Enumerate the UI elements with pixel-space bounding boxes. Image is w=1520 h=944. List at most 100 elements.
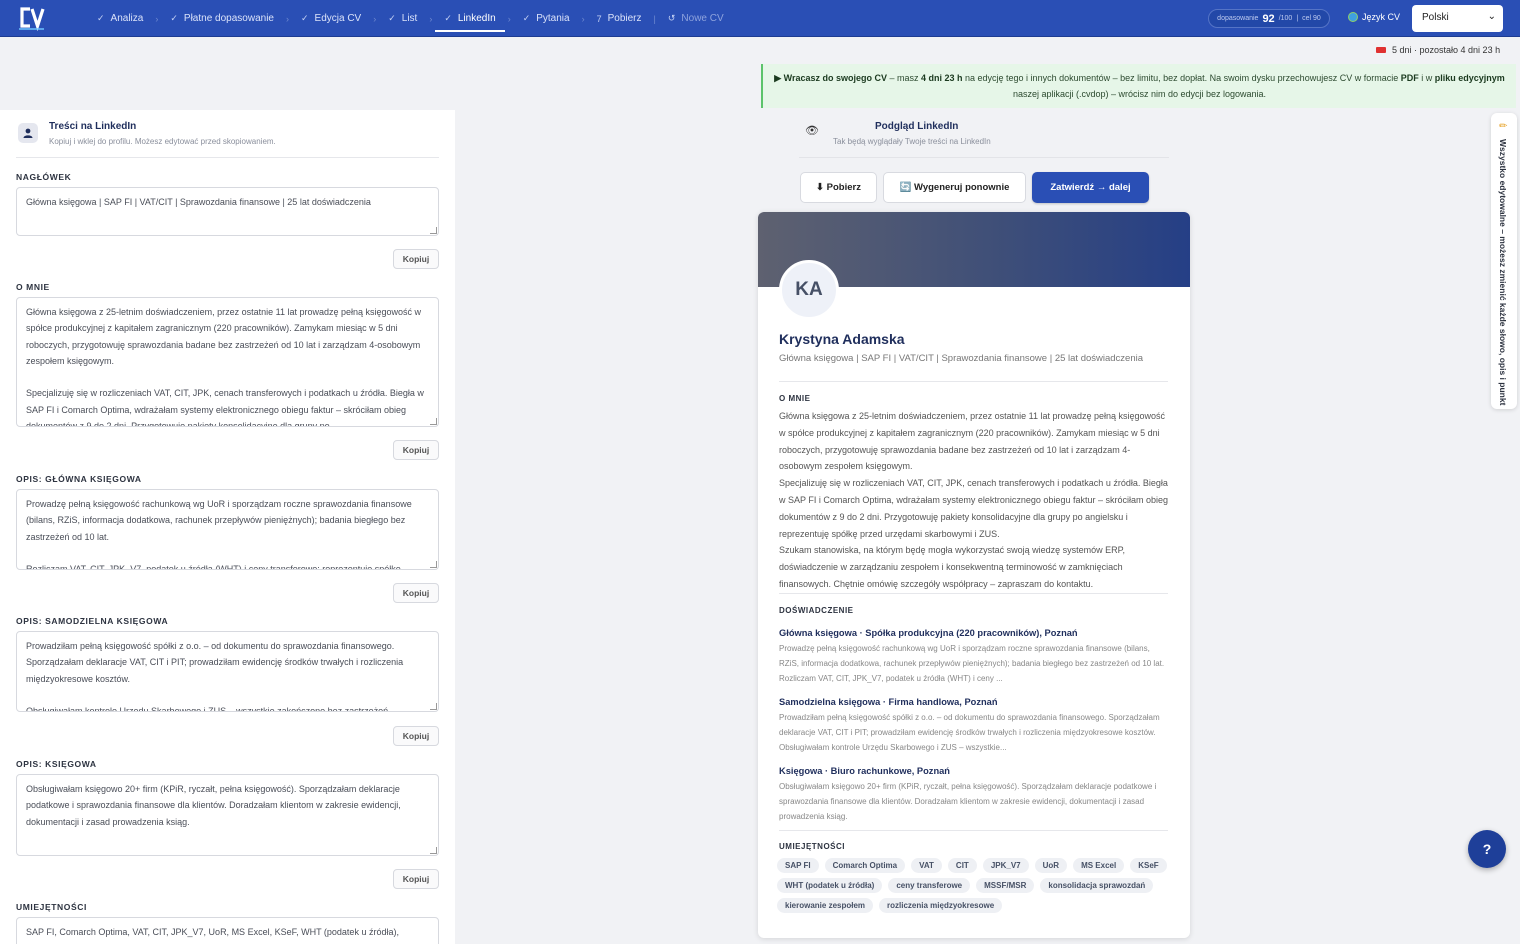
about-textarea[interactable]: Główna księgowa z 25-letnim doświadczeni… — [16, 297, 439, 427]
score-value: 92 — [1262, 12, 1275, 25]
skill-chip: SAP FI — [777, 858, 819, 873]
step-linkedin[interactable]: ✓ LinkedIn — [435, 0, 506, 37]
resize-grip-icon[interactable] — [430, 561, 437, 568]
step-label: Pytania — [536, 13, 570, 24]
textarea-value: Prowadzę pełną księgowość rachunkową wg … — [26, 499, 412, 570]
score-max: /100 — [1278, 15, 1293, 22]
skill-chip: kierowanie zespołem — [777, 898, 874, 913]
job-1-textarea[interactable]: Prowadzę pełną księgowość rachunkową wg … — [16, 489, 439, 570]
divider — [779, 830, 1168, 831]
globe-icon — [1348, 12, 1358, 22]
step-list[interactable]: ✓ List — [379, 0, 426, 37]
headline-textarea[interactable]: Główna księgowa | SAP FI | VAT/CIT | Spr… — [16, 187, 439, 236]
section-label-job-3: OPIS: KSIĘGOWA — [16, 759, 97, 769]
about-paragraph: Główna księgowa z 25-letnim doświadczeni… — [779, 411, 1166, 472]
wizard-steps: ✓ Analiza › ✓ Płatne dopasowanie › ✓ Edycja… — [88, 0, 733, 37]
skills-heading: UMIEJĘTNOŚCI — [779, 842, 846, 851]
regenerate-button[interactable]: 🔄 Wygeneruj ponownie — [883, 172, 1026, 203]
approve-next-button[interactable]: Zatwierdź → dalej — [1032, 172, 1149, 203]
skill-chip: MS Excel — [1073, 858, 1125, 873]
copy-about-button[interactable]: Kopiuj — [393, 440, 439, 460]
step-label: LinkedIn — [457, 13, 496, 24]
experience-description: Obsługiwałam księgowo 20+ firm (KPiR, ry… — [779, 782, 1157, 821]
linkedin-profile-card: KA Krystyna Adamska Główna księgowa | SA… — [758, 212, 1190, 938]
download-button[interactable]: ⬇ Pobierz — [800, 172, 877, 203]
user-icon — [18, 123, 38, 143]
step-pytania[interactable]: ✓ Pytania — [514, 0, 579, 37]
step-analiza[interactable]: ✓ Analiza — [88, 0, 152, 37]
notice-lead: ▶ Wracasz do swojego CV — [774, 73, 887, 83]
resize-grip-icon[interactable] — [430, 227, 437, 234]
step-edycja-cv[interactable]: ✓ Edycja CV — [292, 0, 370, 37]
step-nowe-cv[interactable]: ↺ Nowe CV — [659, 0, 733, 37]
resize-grip-icon[interactable] — [430, 703, 437, 710]
language-select[interactable]: Polski ⌄ — [1412, 5, 1503, 32]
step-label: Analiza — [110, 13, 144, 24]
step-number: 7 — [596, 13, 602, 24]
copy-job-1-button[interactable]: Kopiuj — [393, 583, 439, 603]
about-paragraph: Specjalizuję się w rozliczeniach VAT, CI… — [779, 478, 1168, 539]
cv-logo[interactable] — [17, 4, 46, 31]
notice-text: na edycję tego i innych dokumentów – bez… — [962, 73, 1401, 83]
section-label-about: O MNIE — [16, 282, 50, 292]
notice-pdf: PDF — [1400, 73, 1419, 83]
job-3-textarea[interactable]: Obsługiwałam księgowo 20+ firm (KPiR, ry… — [16, 774, 439, 856]
chevron-down-icon: ⌄ — [1487, 11, 1496, 22]
experience-title: Samodzielna księgowa · Firma handlowa, P… — [779, 697, 998, 707]
refresh-icon: ↺ — [667, 13, 676, 23]
check-icon: ✓ — [444, 13, 452, 23]
section-label-headline: NAGŁÓWEK — [16, 172, 72, 182]
skills-textarea[interactable]: SAP FI, Comarch Optima, VAT, CIT, JPK_V7… — [16, 917, 439, 944]
resize-grip-icon[interactable] — [430, 847, 437, 854]
job-2-textarea[interactable]: Prowadziłam pełną księgowość spółki z o.… — [16, 631, 439, 712]
about-paragraph: Szukam stanowiska, na którym będę mogła … — [779, 545, 1125, 589]
skill-chip: UoR — [1034, 858, 1068, 873]
linkedin-content-panel: Treści na LinkedIn Kopiuj i wklej do pro… — [0, 110, 455, 944]
experience-description: Prowadziłam pełną księgowość spółki z o.… — [779, 713, 1160, 752]
skill-chip: KSeF — [1130, 858, 1167, 873]
check-icon: ✓ — [170, 13, 178, 23]
textarea-value: Obsługiwałam księgowo 20+ firm (KPiR, ry… — [26, 784, 401, 827]
resize-grip-icon[interactable] — [430, 418, 437, 425]
editable-side-tab[interactable]: ✏ Wszystko edytowalne – możesz zmienić k… — [1491, 113, 1517, 409]
skill-chip: JPK_V7 — [982, 858, 1029, 873]
chevron-right-icon: › — [429, 13, 433, 24]
session-timer: 5 dni · pozostało 4 dni 23 h — [1376, 45, 1500, 55]
copy-headline-button[interactable]: Kopiuj — [393, 249, 439, 269]
profile-name: Krystyna Adamska — [779, 331, 905, 347]
step-label: Edycja CV — [314, 13, 362, 24]
preview-title: Podgląd LinkedIn — [875, 121, 959, 132]
notice-text: i w — [1418, 73, 1435, 83]
notice-days: 4 dni 23 h — [921, 73, 963, 83]
notice-text: – masz — [886, 73, 921, 83]
skill-chip: VAT — [911, 858, 942, 873]
cv-language-label: Język CV — [1348, 12, 1400, 22]
profile-headline: Główna księgowa | SAP FI | VAT/CIT | Spr… — [779, 353, 1144, 364]
chevron-right-icon: › — [507, 13, 511, 24]
notice-file: pliku edycyjnym — [1434, 73, 1505, 83]
preview-subtitle: Tak będą wyglądały Twoje treści na Linke… — [833, 137, 991, 146]
step-label: Pobierz — [607, 13, 642, 24]
experience-title: Księgowa · Biuro rachunkowe, Poznań — [779, 766, 950, 776]
textarea-value: SAP FI, Comarch Optima, VAT, CIT, JPK_V7… — [26, 927, 399, 937]
skill-chip: konsolidacja sprawozdań — [1040, 878, 1154, 893]
language-label-text: Język CV — [1362, 12, 1401, 22]
return-notice-banner: ▶ Wracasz do swojego CV – masz 4 dni 23 … — [761, 64, 1516, 108]
textarea-value: Prowadziłam pełną księgowość spółki z o.… — [26, 641, 404, 712]
panel-header: Treści na LinkedIn Kopiuj i wklej do pro… — [16, 120, 439, 158]
top-navigation-bar: ✓ Analiza › ✓ Płatne dopasowanie › ✓ Edycja… — [0, 0, 1520, 37]
check-icon: ✓ — [388, 13, 396, 23]
step-platne-dopasowanie[interactable]: ✓ Płatne dopasowanie — [161, 0, 283, 37]
chevron-right-icon: › — [285, 13, 289, 24]
skill-chip: CIT — [947, 858, 977, 873]
textarea-value: Główna księgowa | SAP FI | VAT/CIT | Spr… — [26, 197, 371, 207]
divider: | — [1296, 15, 1299, 22]
about-text: Główna księgowa z 25-letnim doświadczeni… — [779, 408, 1171, 593]
help-button[interactable]: ? — [1468, 830, 1506, 868]
step-pobierz[interactable]: 7 Pobierz — [588, 0, 651, 37]
copy-job-3-button[interactable]: Kopiuj — [393, 869, 439, 889]
step-label: Płatne dopasowanie — [183, 13, 274, 24]
about-heading: O MNIE — [779, 394, 811, 403]
experience-title: Główna księgowa · Spółka produkcyjna (22… — [779, 628, 1078, 638]
copy-job-2-button[interactable]: Kopiuj — [393, 726, 439, 746]
